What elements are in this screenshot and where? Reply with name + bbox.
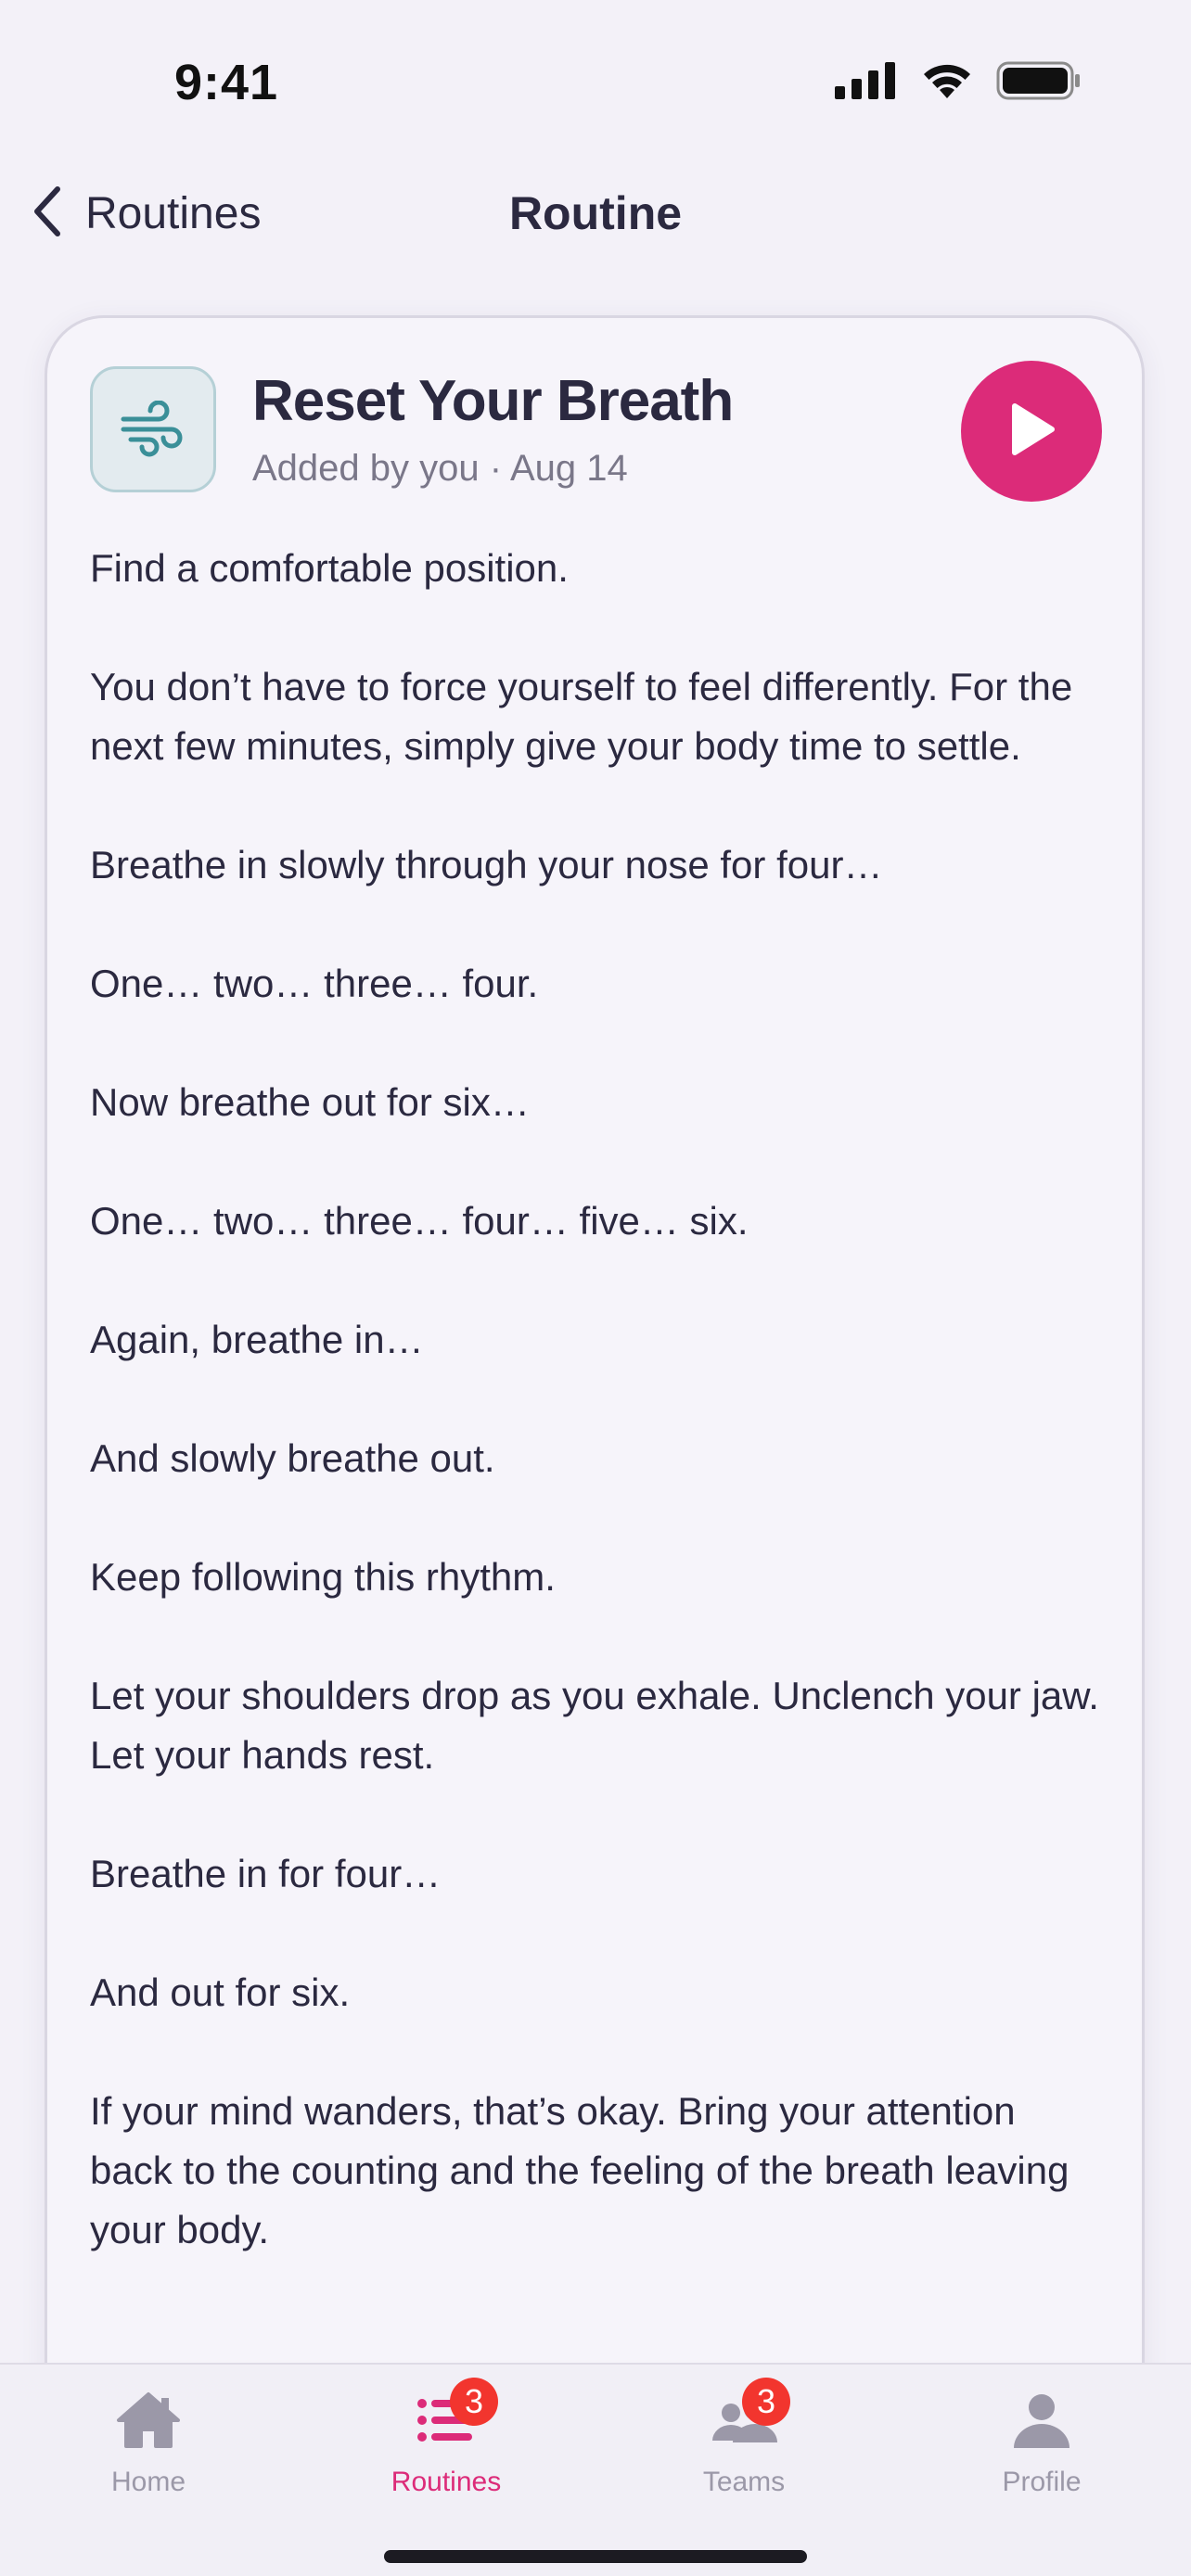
script-paragraph: Breathe in slowly through your nose for …: [90, 843, 883, 886]
play-button[interactable]: [961, 361, 1102, 502]
home-indicator: [384, 2550, 807, 2563]
play-icon: [1005, 401, 1057, 463]
tab-profile[interactable]: Profile: [930, 2385, 1153, 2506]
wind-icon: [90, 366, 216, 492]
script-paragraph: Let your shoulders drop as you exhale. U…: [90, 1674, 1099, 1777]
script-paragraph: Keep following this rhythm.: [90, 1555, 556, 1599]
status-icons: [835, 61, 1082, 105]
home-icon: [115, 2391, 182, 2455]
cellular-signal-icon: [835, 62, 898, 104]
tab-home[interactable]: Home: [37, 2385, 260, 2506]
script-paragraph: And out for six.: [90, 1970, 351, 2014]
script-paragraph: One… two… three… four… five… six.: [90, 1199, 749, 1243]
wifi-icon: [920, 61, 974, 105]
teams-badge: 3: [742, 2378, 790, 2426]
back-button[interactable]: Routines: [30, 176, 261, 250]
routine-header: Reset Your Breath Added by you · Aug 14: [90, 361, 1102, 505]
script-paragraph: You don’t have to force yourself to feel…: [90, 665, 1073, 768]
script-paragraph: Again, breathe in…: [90, 1318, 424, 1361]
routine-script: Find a comfortable position. You don’t h…: [90, 539, 1099, 2319]
navigation-bar: Routine Routines: [0, 176, 1191, 297]
status-time: 9:41: [174, 55, 279, 110]
script-paragraph: One… two… three… four.: [90, 962, 539, 1005]
tab-label: Routines: [391, 2467, 502, 2497]
chevron-left-icon: [30, 184, 67, 244]
tab-label: Profile: [1002, 2467, 1082, 2497]
battery-icon: [996, 61, 1082, 105]
script-paragraph: Breathe in for four…: [90, 1852, 442, 1895]
tab-label: Teams: [702, 2467, 786, 2497]
person-icon: [1012, 2391, 1071, 2455]
tab-bar: Home 3 Routines 3 Teams Profile: [0, 2363, 1191, 2576]
back-button-label: Routines: [85, 188, 262, 238]
script-paragraph: And slowly breathe out.: [90, 1436, 495, 1480]
routine-card: Reset Your Breath Added by you · Aug 14 …: [45, 315, 1145, 2541]
routine-title: Reset Your Breath: [252, 369, 734, 433]
routine-meta: Added by you · Aug 14: [252, 448, 628, 489]
tab-teams[interactable]: 3 Teams: [633, 2378, 855, 2506]
script-paragraph: Find a comfortable position.: [90, 546, 569, 590]
tab-label: Home: [110, 2467, 186, 2497]
tab-routines[interactable]: 3 Routines: [335, 2378, 557, 2506]
routines-badge: 3: [450, 2378, 498, 2426]
script-paragraph: If your mind wanders, that’s okay. Bring…: [90, 2089, 1069, 2251]
script-paragraph: Now breathe out for six…: [90, 1080, 530, 1124]
status-bar: 9:41: [0, 0, 1191, 176]
